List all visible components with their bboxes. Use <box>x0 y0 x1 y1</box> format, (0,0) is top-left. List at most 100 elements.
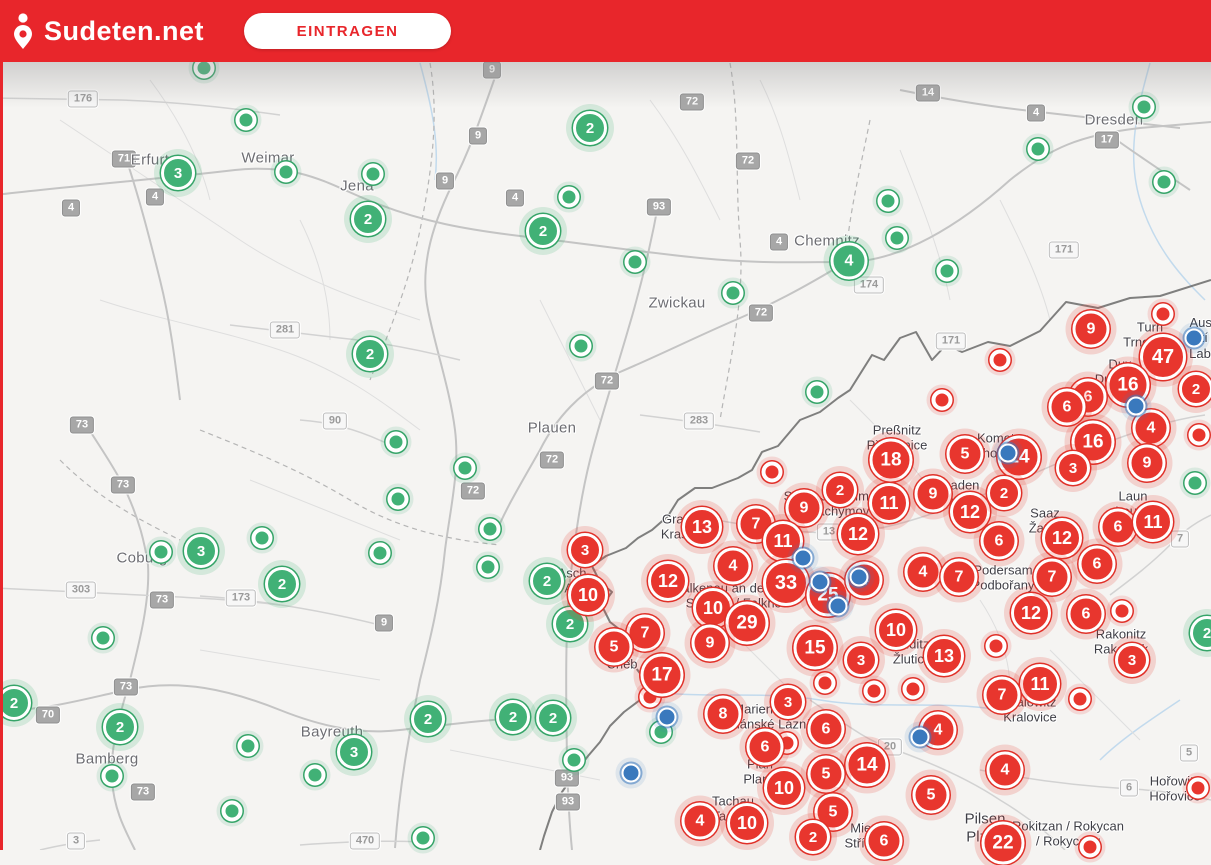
green-cluster-marker[interactable]: 2 <box>353 337 387 371</box>
green-marker-dot[interactable] <box>624 251 646 273</box>
red-cluster-marker[interactable]: 11 <box>1133 502 1173 542</box>
red-cluster-marker[interactable]: 12 <box>838 514 878 554</box>
red-marker-dot[interactable] <box>1069 688 1091 710</box>
blue-poi-dot[interactable] <box>793 548 813 568</box>
red-cluster-marker[interactable]: 3 <box>844 643 878 677</box>
green-marker-dot[interactable] <box>563 749 585 771</box>
red-cluster-marker[interactable]: 11 <box>869 483 909 523</box>
red-cluster-marker[interactable]: 13 <box>682 507 722 547</box>
red-cluster-marker[interactable]: 15 <box>793 626 837 670</box>
green-marker-dot[interactable] <box>275 161 297 183</box>
green-cluster-marker[interactable]: 3 <box>337 735 371 769</box>
red-marker-dot[interactable] <box>761 461 783 483</box>
green-marker-dot[interactable] <box>362 163 384 185</box>
green-cluster-marker[interactable]: 2 <box>265 567 299 601</box>
red-cluster-marker[interactable]: 6 <box>1099 508 1137 546</box>
red-marker-dot[interactable] <box>989 349 1011 371</box>
red-marker-dot[interactable] <box>1111 600 1133 622</box>
green-marker-dot[interactable] <box>387 488 409 510</box>
red-cluster-marker[interactable]: 9 <box>914 475 952 513</box>
red-cluster-marker[interactable]: 6 <box>1067 595 1105 633</box>
green-marker-dot[interactable] <box>235 109 257 131</box>
red-cluster-marker[interactable]: 22 <box>981 821 1025 865</box>
red-cluster-marker[interactable]: 2 <box>987 476 1021 510</box>
red-cluster-marker[interactable]: 4 <box>714 547 752 585</box>
green-marker-dot[interactable] <box>479 518 501 540</box>
blue-poi-dot[interactable] <box>998 443 1018 463</box>
red-cluster-marker[interactable]: 29 <box>725 601 769 645</box>
red-cluster-marker[interactable]: 18 <box>869 438 913 482</box>
red-cluster-marker[interactable]: 12 <box>648 561 688 601</box>
green-marker-dot[interactable] <box>251 527 273 549</box>
red-cluster-marker[interactable]: 17 <box>640 653 684 697</box>
green-marker-dot[interactable] <box>936 260 958 282</box>
blue-poi-dot[interactable] <box>621 763 641 783</box>
red-cluster-marker[interactable]: 14 <box>845 743 889 787</box>
green-cluster-marker[interactable]: 2 <box>530 564 564 598</box>
red-marker-dot[interactable] <box>863 680 885 702</box>
green-cluster-marker[interactable]: 2 <box>536 701 570 735</box>
green-marker-dot[interactable] <box>1133 96 1155 118</box>
green-cluster-marker[interactable]: 2 <box>496 700 530 734</box>
green-marker-dot[interactable] <box>221 800 243 822</box>
red-cluster-marker[interactable]: 6 <box>1078 545 1116 583</box>
red-cluster-marker[interactable]: 9 <box>1072 310 1110 348</box>
red-marker-dot[interactable] <box>814 672 836 694</box>
green-marker-dot[interactable] <box>237 735 259 757</box>
red-cluster-marker[interactable]: 3 <box>568 533 602 567</box>
red-cluster-marker[interactable]: 12 <box>950 492 990 532</box>
brand-logo[interactable]: Sudeten.net <box>12 12 204 50</box>
green-cluster-marker[interactable]: 2 <box>351 202 385 236</box>
map-canvas[interactable]: 176 71 4 4 9 9 9 281 72 72 93 4 4 72 14 4 17 171 174 171 73 9… <box>0 0 1211 865</box>
green-marker-dot[interactable] <box>722 282 744 304</box>
green-marker-dot[interactable] <box>385 431 407 453</box>
red-cluster-marker[interactable]: 6 <box>746 728 784 766</box>
blue-poi-dot[interactable] <box>1184 328 1204 348</box>
eintragen-button[interactable]: EINTRAGEN <box>244 13 452 49</box>
green-marker-dot[interactable] <box>558 186 580 208</box>
red-cluster-marker[interactable]: 11 <box>1020 664 1060 704</box>
red-cluster-marker[interactable]: 2 <box>796 820 830 854</box>
green-marker-dot[interactable] <box>369 542 391 564</box>
blue-poi-dot[interactable] <box>849 567 869 587</box>
blue-poi-dot[interactable] <box>657 707 677 727</box>
red-marker-dot[interactable] <box>1188 424 1210 446</box>
blue-poi-dot[interactable] <box>810 572 830 592</box>
red-cluster-marker[interactable]: 5 <box>807 755 845 793</box>
red-cluster-marker[interactable]: 6 <box>1048 388 1086 426</box>
red-cluster-marker[interactable]: 47 <box>1140 334 1186 380</box>
red-cluster-marker[interactable]: 4 <box>904 553 942 591</box>
red-cluster-marker[interactable]: 2 <box>1179 372 1211 406</box>
green-cluster-marker[interactable]: 4 <box>830 242 868 280</box>
green-marker-dot[interactable] <box>150 541 172 563</box>
red-cluster-marker[interactable]: 4 <box>681 802 719 840</box>
blue-poi-dot[interactable] <box>1126 396 1146 416</box>
green-marker-dot[interactable] <box>101 765 123 787</box>
green-cluster-marker[interactable]: 2 <box>411 702 445 736</box>
green-cluster-marker[interactable]: 2 <box>573 111 607 145</box>
red-cluster-marker[interactable]: 2 <box>823 473 857 507</box>
red-cluster-marker[interactable]: 7 <box>983 676 1021 714</box>
green-marker-dot[interactable] <box>304 764 326 786</box>
red-marker-dot[interactable] <box>902 678 924 700</box>
red-marker-dot[interactable] <box>931 389 953 411</box>
red-cluster-marker[interactable]: 9 <box>785 489 823 527</box>
red-cluster-marker[interactable]: 12 <box>1042 518 1082 558</box>
red-cluster-marker[interactable]: 6 <box>865 822 903 860</box>
red-cluster-marker[interactable]: 10 <box>764 768 804 808</box>
green-marker-dot[interactable] <box>412 827 434 849</box>
green-marker-dot[interactable] <box>477 556 499 578</box>
green-marker-dot[interactable] <box>92 627 114 649</box>
red-cluster-marker[interactable]: 10 <box>876 610 916 650</box>
red-marker-dot[interactable] <box>1079 836 1101 858</box>
green-marker-dot[interactable] <box>806 381 828 403</box>
red-cluster-marker[interactable]: 6 <box>807 710 845 748</box>
green-marker-dot[interactable] <box>1153 171 1175 193</box>
red-marker-dot[interactable] <box>1152 303 1174 325</box>
red-cluster-marker[interactable]: 3 <box>1115 643 1149 677</box>
red-cluster-marker[interactable]: 5 <box>595 628 633 666</box>
red-cluster-marker[interactable]: 9 <box>691 624 729 662</box>
red-cluster-marker[interactable]: 3 <box>771 685 805 719</box>
red-marker-dot[interactable] <box>1187 777 1209 799</box>
red-cluster-marker[interactable]: 3 <box>1056 451 1090 485</box>
